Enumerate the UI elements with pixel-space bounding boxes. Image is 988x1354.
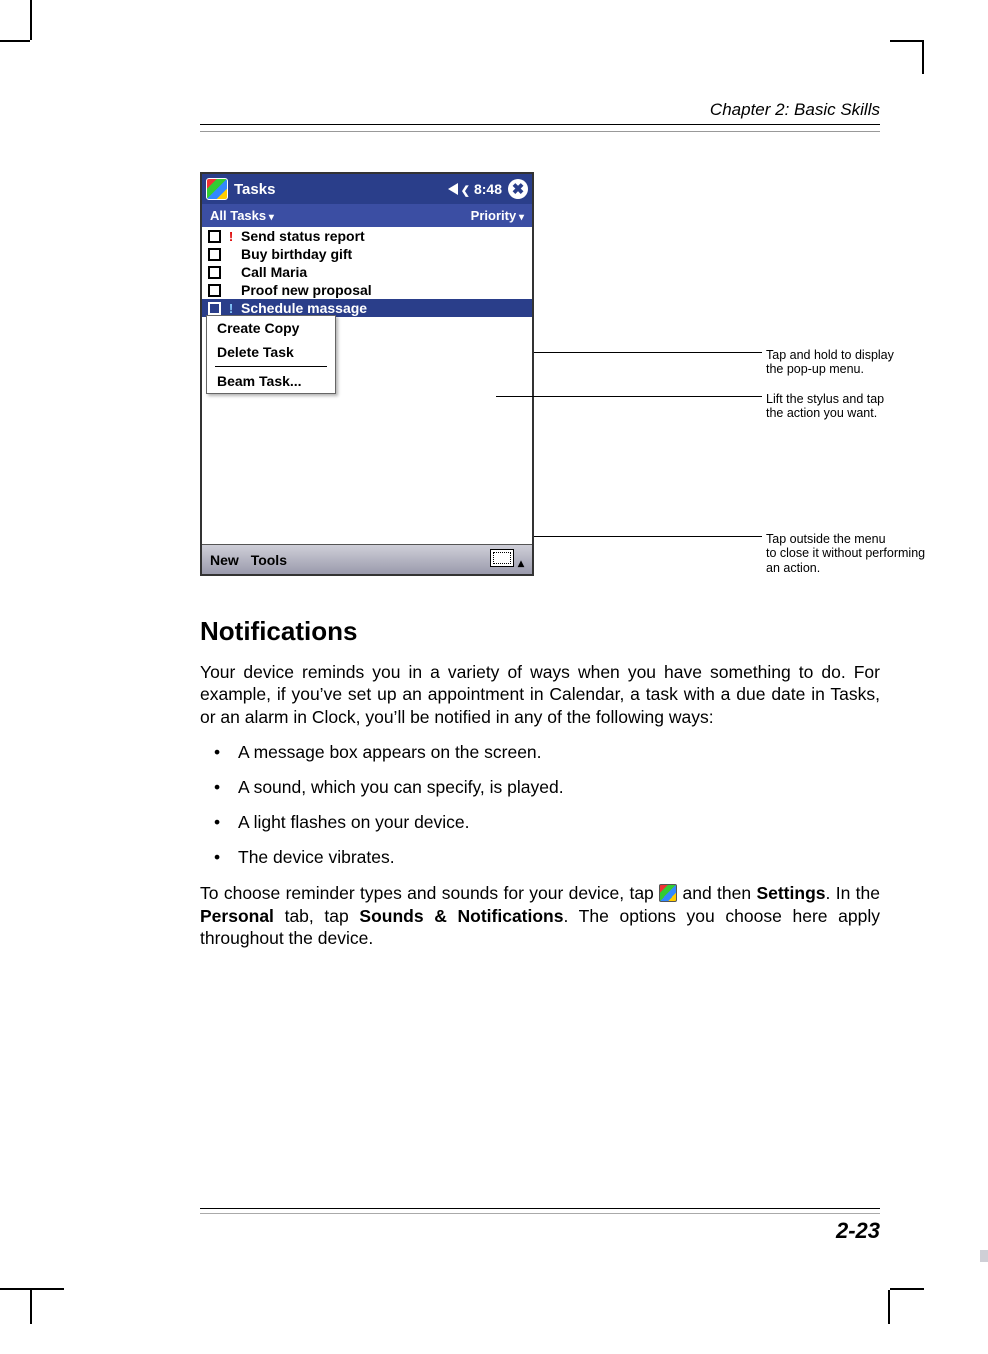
app-title: Tasks [234,181,448,198]
menu-item-delete-task[interactable]: Delete Task [207,340,335,364]
task-row[interactable]: . Call Maria [202,263,532,281]
command-bar: New Tools [202,544,532,574]
context-menu: Create Copy Delete Task Beam Task... [206,315,336,394]
task-name: Call Maria [241,264,307,280]
callout-text: Lift the stylus and tap the action you w… [766,392,976,421]
page-footer: 2-23 [200,1208,880,1244]
crop-mark [922,40,924,74]
body-paragraph: Your device reminds you in a variety of … [200,661,880,728]
menu-item-beam-task[interactable]: Beam Task... [207,369,335,393]
crop-mark [0,40,30,42]
crop-mark [890,1288,924,1290]
checkbox-icon[interactable] [208,248,221,261]
cmd-tools[interactable]: Tools [251,552,287,568]
crop-mark [30,1290,32,1324]
filter-bar: All Tasks Priority [202,204,532,227]
list-item: A sound, which you can specify, is playe… [200,777,880,798]
task-name: Proof new proposal [241,282,372,298]
list-item: A light flashes on your device. [200,812,880,833]
list-item: The device vibrates. [200,847,880,868]
callout-line [534,352,762,353]
footer-rule [200,1213,880,1214]
checkbox-icon[interactable] [208,284,221,297]
task-name: Schedule massage [241,300,367,316]
filter-priority[interactable]: Priority [471,208,524,223]
menu-item-create-copy[interactable]: Create Copy [207,316,335,340]
menu-separator [215,366,327,367]
crop-mark [30,0,32,40]
priority-icon: . [227,247,235,262]
priority-icon: . [227,283,235,298]
task-row[interactable]: . Proof new proposal [202,281,532,299]
priority-icon: ! [227,229,235,244]
crop-mark [30,1288,64,1290]
list-item: A message box appears on the screen. [200,742,880,763]
task-row[interactable]: ! Send status report [202,227,532,245]
task-list: ! Send status report . Buy birthday gift… [202,227,532,544]
page-content: Chapter 2: Basic Skills Tasks 8:48 ✖ All… [200,100,880,963]
keyboard-icon [490,549,514,567]
task-name: Send status report [241,228,365,244]
close-icon[interactable]: ✖ [508,179,528,199]
checkbox-icon[interactable] [208,230,221,243]
callout-line [496,396,762,397]
body-paragraph: To choose reminder types and sounds for … [200,882,880,949]
filter-all-tasks[interactable]: All Tasks [210,208,274,223]
crop-mark [890,40,924,42]
task-row[interactable]: . Buy birthday gift [202,245,532,263]
title-bar: Tasks 8:48 ✖ [202,174,532,204]
sip-toggle[interactable] [490,549,524,570]
crop-mark [0,1288,30,1290]
callout-text: Tap outside the menu to close it without… [766,532,976,575]
priority-icon: . [227,265,235,280]
cmd-new[interactable]: New [210,552,239,568]
section-heading: Notifications [200,616,880,647]
crop-mark [888,1290,890,1324]
thumb-tab [980,1250,988,1262]
bullet-list: A message box appears on the screen. A s… [200,742,880,868]
chevron-up-icon [516,554,524,570]
start-icon [659,884,677,902]
clock: 8:48 [474,181,502,197]
header-rule [200,131,880,132]
callout-text: Tap and hold to display the pop-up menu. [766,348,976,377]
figure: Tasks 8:48 ✖ All Tasks Priority ! Send s… [200,172,880,576]
start-icon[interactable] [206,178,228,200]
checkbox-icon[interactable] [208,266,221,279]
list-empty-area[interactable] [202,394,532,544]
device-screenshot: Tasks 8:48 ✖ All Tasks Priority ! Send s… [200,172,534,576]
page-number: 2-23 [200,1218,880,1244]
running-header: Chapter 2: Basic Skills [200,100,880,125]
checkbox-icon[interactable] [208,302,221,315]
task-name: Buy birthday gift [241,246,352,262]
volume-icon[interactable] [448,181,468,197]
priority-icon: ! [227,301,235,316]
callout-line [534,536,762,537]
